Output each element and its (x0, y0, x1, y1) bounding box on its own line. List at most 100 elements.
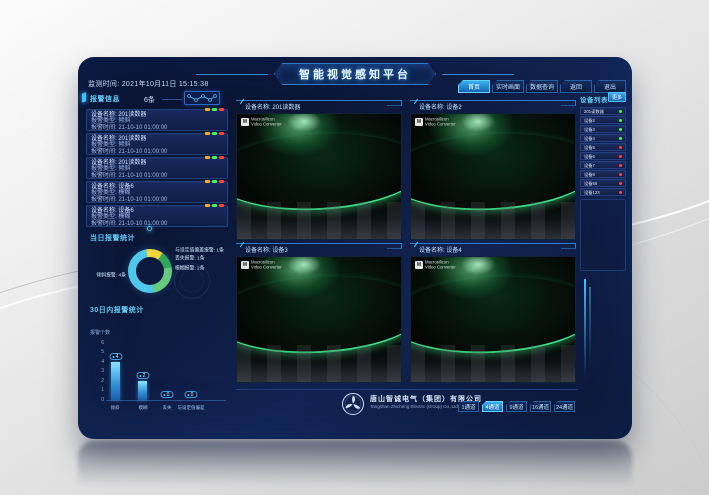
x-tick-label: 与设定值偏差 (169, 404, 212, 410)
monitor-time: 监测时间: 2021年10月11日 15:15:38 (88, 79, 209, 89)
device-row[interactable]: 设备7 (580, 161, 626, 169)
company-logo (341, 392, 365, 416)
video-machinery-silhouette (411, 345, 575, 383)
watermark-line2: Video Converter (425, 123, 456, 128)
bar-value-bubble: 4 (109, 353, 122, 360)
nav-button-home[interactable]: 首页 (458, 80, 490, 93)
video-machinery-silhouette (237, 345, 401, 383)
device-row[interactable]: 设备4 (580, 134, 626, 142)
device-panel-title: 设备列表 (580, 94, 608, 104)
device-list-more-button[interactable]: 更多 (608, 92, 626, 102)
alarm-panel-title: 报警信息 (90, 94, 120, 104)
device-row[interactable]: 设备8 (580, 170, 626, 178)
device-status-dot (619, 128, 622, 131)
nav-button-back[interactable]: 返回 (560, 80, 592, 93)
bubble-dot-icon (164, 394, 166, 396)
device-name: 设备7 (584, 162, 595, 168)
y-tick: 2 (90, 378, 104, 384)
bar-rect (138, 381, 147, 400)
alarm-list-item[interactable]: 设备名称: 201读数器 报警类型: 倾斜 报警时间: 21-10-10 01:… (86, 133, 228, 155)
feed-header: 设备名称: 设备3 (236, 243, 402, 255)
nav-button-live-view[interactable]: 实时画面 (492, 80, 524, 93)
device-status-dot (619, 119, 622, 122)
device-status-dot (619, 164, 622, 167)
alarm-list-item[interactable]: 设备名称: 201读数器 报警类型: 倾斜 报警时间: 21-10-10 01:… (86, 157, 228, 179)
corner-accent (82, 92, 86, 102)
device-row[interactable]: 设备55 (580, 179, 626, 187)
device-status-dot (619, 182, 622, 185)
watermark-icon: M (415, 118, 423, 126)
device-row[interactable]: 设备3 (580, 125, 626, 133)
alarm-count: 6条 (144, 95, 155, 105)
bubble-dot-icon (188, 394, 190, 396)
device-status-dot (619, 110, 622, 113)
nav-button-data-query[interactable]: 数据查询 (526, 80, 558, 93)
status-dot-ok (212, 108, 217, 111)
device-row[interactable]: 201读数器 (580, 107, 626, 115)
company-name-en: Tangshan Zhicheng Electric (Group) Co.,L… (370, 404, 459, 409)
watermark-icon: M (241, 261, 249, 269)
video-watermark: M MacrosiliconVideo Converter (415, 118, 461, 129)
page-title: 智能视觉感知平台 (299, 66, 411, 82)
dashboard-panel: 监测时间: 2021年10月11日 15:15:38 智能视觉感知平台 首页 实… (78, 57, 632, 439)
channel-button-9[interactable]: 9通道 (506, 401, 527, 412)
bar-value: 0 (167, 392, 170, 398)
status-dot-ok (212, 204, 217, 207)
device-status-dot (619, 191, 622, 194)
alarm-list-item[interactable]: 设备名称: 设备6 报警类型: 模糊 报警时间: 21-10-10 01:00:… (86, 205, 228, 227)
status-dot-warning (205, 180, 210, 183)
page-title-frame: 智能视觉感知平台 (274, 63, 436, 85)
alarm-list-item[interactable]: 设备名称: 201读数器 报警类型: 倾斜 报警时间: 21-10-10 01:… (86, 109, 228, 131)
x-axis (106, 400, 226, 401)
channel-button-24[interactable]: 24通道 (554, 401, 575, 412)
device-row[interactable]: 设备6 (580, 152, 626, 160)
channel-button-4[interactable]: 4通道 (482, 401, 503, 412)
device-name: 设备6 (584, 153, 595, 159)
status-dot-alarm (219, 108, 224, 111)
channel-button-1[interactable]: 1通道 (458, 401, 479, 412)
video-feed-1[interactable]: M MacrosiliconVideo Converter (236, 113, 402, 240)
decorative-vertical-line (584, 279, 586, 379)
channel-button-16[interactable]: 16通道 (530, 401, 551, 412)
bar-chart-ylabel: 报警个数 (90, 329, 110, 336)
video-feed-3[interactable]: M MacrosiliconVideo Converter (236, 256, 402, 383)
alarm-list-item[interactable]: 设备名称: 设备6 报警类型: 模糊 报警时间: 21-10-10 01:00:… (86, 181, 228, 203)
device-row[interactable]: 设备123 (580, 188, 626, 196)
status-dot-alarm (219, 156, 224, 159)
device-row[interactable]: 设备2 (580, 116, 626, 124)
device-name: 设备55 (584, 180, 597, 186)
device-status-dot (619, 146, 622, 149)
topology-icon[interactable] (184, 91, 220, 105)
today-alarm-donut-chart (128, 249, 172, 293)
watermark-line2: Video Converter (251, 123, 282, 128)
feed-label: 设备名称: 201读数器 (245, 102, 300, 111)
feed-header: 设备名称: 设备4 (410, 243, 576, 255)
list-scroll-indicator[interactable] (147, 226, 152, 231)
title-wing-line (196, 74, 268, 75)
video-machinery-silhouette (237, 202, 401, 240)
y-tick: 5 (90, 349, 104, 355)
divider (162, 99, 182, 100)
alarm-time: 报警时间: 21-10-10 01:00:00 (91, 197, 223, 203)
status-dot-alarm (219, 132, 224, 135)
bar-value-bubble: 0 (160, 391, 173, 398)
video-feed-2[interactable]: M MacrosiliconVideo Converter (410, 113, 576, 240)
monthly-stats-title: 30日内报警统计 (90, 305, 144, 315)
device-name: 设备4 (584, 135, 595, 141)
donut-label: 丢失报警: 1条 (175, 254, 205, 261)
title-wing-line (442, 74, 514, 75)
device-name: 设备123 (584, 189, 600, 195)
alarm-time: 报警时间: 21-10-10 01:00:00 (91, 173, 223, 179)
video-feed-4[interactable]: M MacrosiliconVideo Converter (410, 256, 576, 383)
slash-icon (414, 242, 418, 247)
donut-label: 与设定值偏差报警: 1条 (175, 246, 224, 253)
status-dot-alarm (219, 204, 224, 207)
bubble-dot-icon (140, 375, 142, 377)
slash-icon (240, 99, 244, 104)
status-dot-alarm (219, 180, 224, 183)
device-row[interactable]: 设备5 (580, 143, 626, 151)
bubble-dot-icon (113, 356, 115, 358)
y-tick: 1 (90, 387, 104, 393)
status-dot-warning (205, 156, 210, 159)
bar-value-bubble: 2 (136, 372, 149, 379)
